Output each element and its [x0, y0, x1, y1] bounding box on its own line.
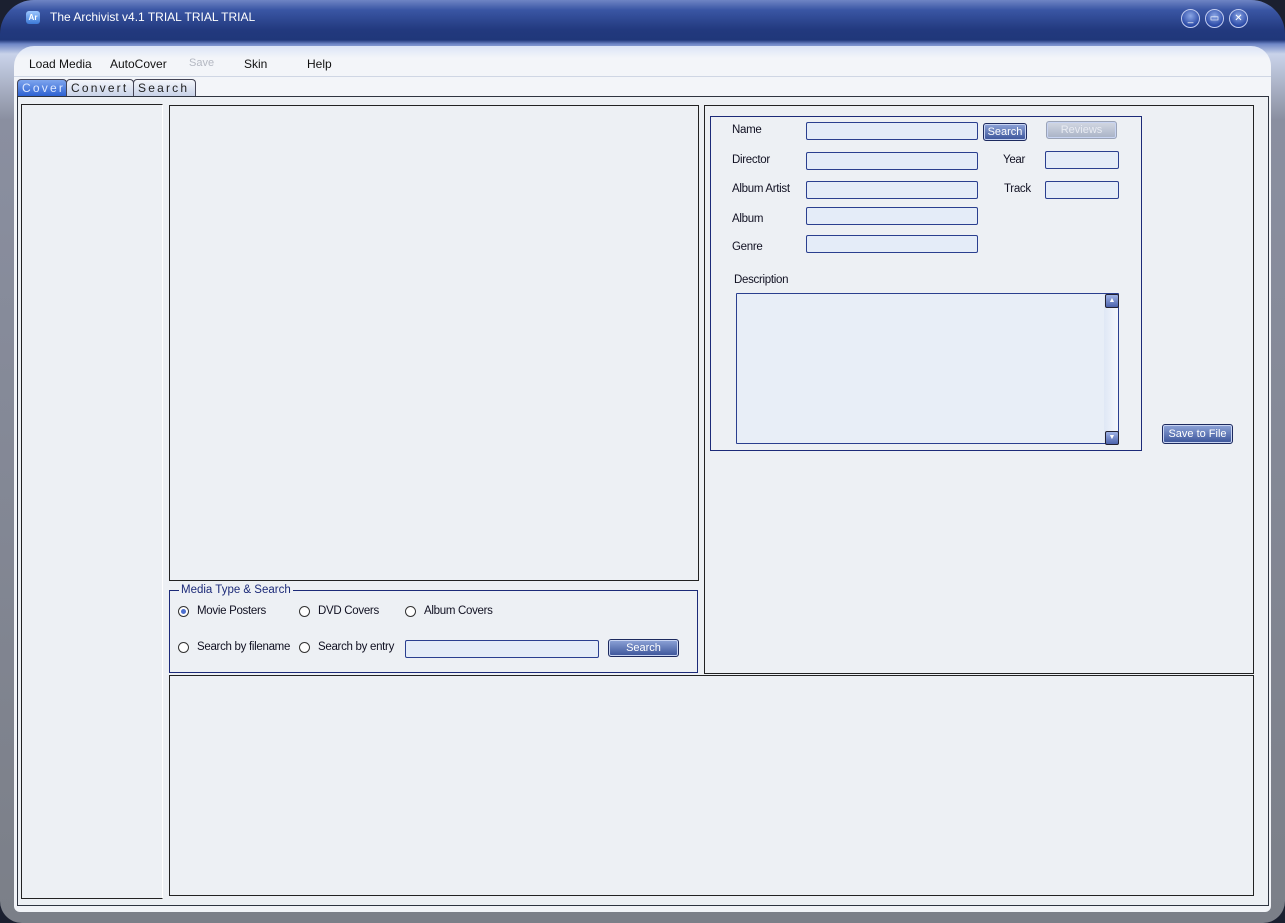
close-icon: ✕: [1234, 13, 1243, 24]
label-album-artist: Album Artist: [732, 183, 790, 195]
file-list-panel[interactable]: [21, 104, 163, 899]
maximize-button[interactable]: ▭: [1205, 9, 1224, 28]
menu-save: Save: [189, 57, 215, 69]
app-icon[interactable]: Ar: [26, 11, 40, 24]
label-dvd-covers: DVD Covers: [318, 605, 379, 617]
label-album: Album: [732, 213, 764, 225]
radio-dvd-covers[interactable]: [299, 606, 310, 617]
label-description: Description: [734, 274, 789, 286]
close-button[interactable]: ✕: [1229, 9, 1248, 28]
radio-search-by-entry[interactable]: [299, 642, 310, 653]
label-album-covers: Album Covers: [424, 605, 493, 617]
tab-search[interactable]: Search: [133, 79, 196, 96]
scroll-down-icon[interactable]: ▼: [1105, 431, 1119, 445]
radio-album-covers[interactable]: [405, 606, 416, 617]
media-search-button[interactable]: Search: [608, 639, 679, 657]
media-search-input[interactable]: [405, 640, 599, 658]
window-title: The Archivist v4.1 TRIAL TRIAL TRIAL: [50, 10, 256, 24]
info-search-button[interactable]: Search: [983, 123, 1027, 141]
media-type-search-legend: Media Type & Search: [179, 584, 293, 596]
menu-skin[interactable]: Skin: [244, 57, 267, 71]
title-bar[interactable]: Ar The Archivist v4.1 TRIAL TRIAL TRIAL …: [0, 0, 1285, 36]
reviews-button: Reviews: [1046, 121, 1117, 139]
label-search-by-entry: Search by entry: [318, 641, 395, 653]
minimize-icon: _: [1187, 13, 1194, 24]
album-input[interactable]: [806, 207, 978, 225]
description-textarea[interactable]: [736, 293, 1119, 444]
label-director: Director: [732, 154, 770, 166]
radio-movie-posters[interactable]: [178, 606, 189, 617]
save-to-file-button[interactable]: Save to File: [1162, 424, 1233, 444]
label-track: Track: [1004, 183, 1031, 195]
menu-autocover[interactable]: AutoCover: [110, 57, 167, 71]
menu-bar: Load Media AutoCover Save Skin Help: [14, 56, 1271, 77]
tab-convert[interactable]: Convert: [66, 79, 134, 96]
director-input[interactable]: [806, 152, 978, 170]
results-panel[interactable]: [169, 675, 1254, 896]
description-scrollbar[interactable]: [1104, 294, 1118, 443]
radio-search-by-filename[interactable]: [178, 642, 189, 653]
year-input[interactable]: [1045, 151, 1119, 169]
minimize-button[interactable]: _: [1181, 9, 1200, 28]
media-type-search-group: [169, 590, 698, 673]
name-input[interactable]: [806, 122, 978, 140]
menu-load-media[interactable]: Load Media: [29, 57, 92, 71]
album-artist-input[interactable]: [806, 181, 978, 199]
menu-help[interactable]: Help: [307, 57, 332, 71]
label-movie-posters: Movie Posters: [197, 605, 266, 617]
label-year: Year: [1003, 154, 1026, 166]
maximize-icon: ▭: [1209, 13, 1220, 24]
cover-preview-area[interactable]: [169, 105, 699, 581]
scroll-up-icon[interactable]: ▲: [1105, 294, 1119, 308]
genre-input[interactable]: [806, 235, 978, 253]
track-input[interactable]: [1045, 181, 1119, 199]
label-search-by-filename: Search by filename: [197, 641, 291, 653]
label-name: Name: [732, 124, 762, 136]
tab-cover[interactable]: Cover: [17, 79, 67, 96]
label-genre: Genre: [732, 241, 763, 253]
